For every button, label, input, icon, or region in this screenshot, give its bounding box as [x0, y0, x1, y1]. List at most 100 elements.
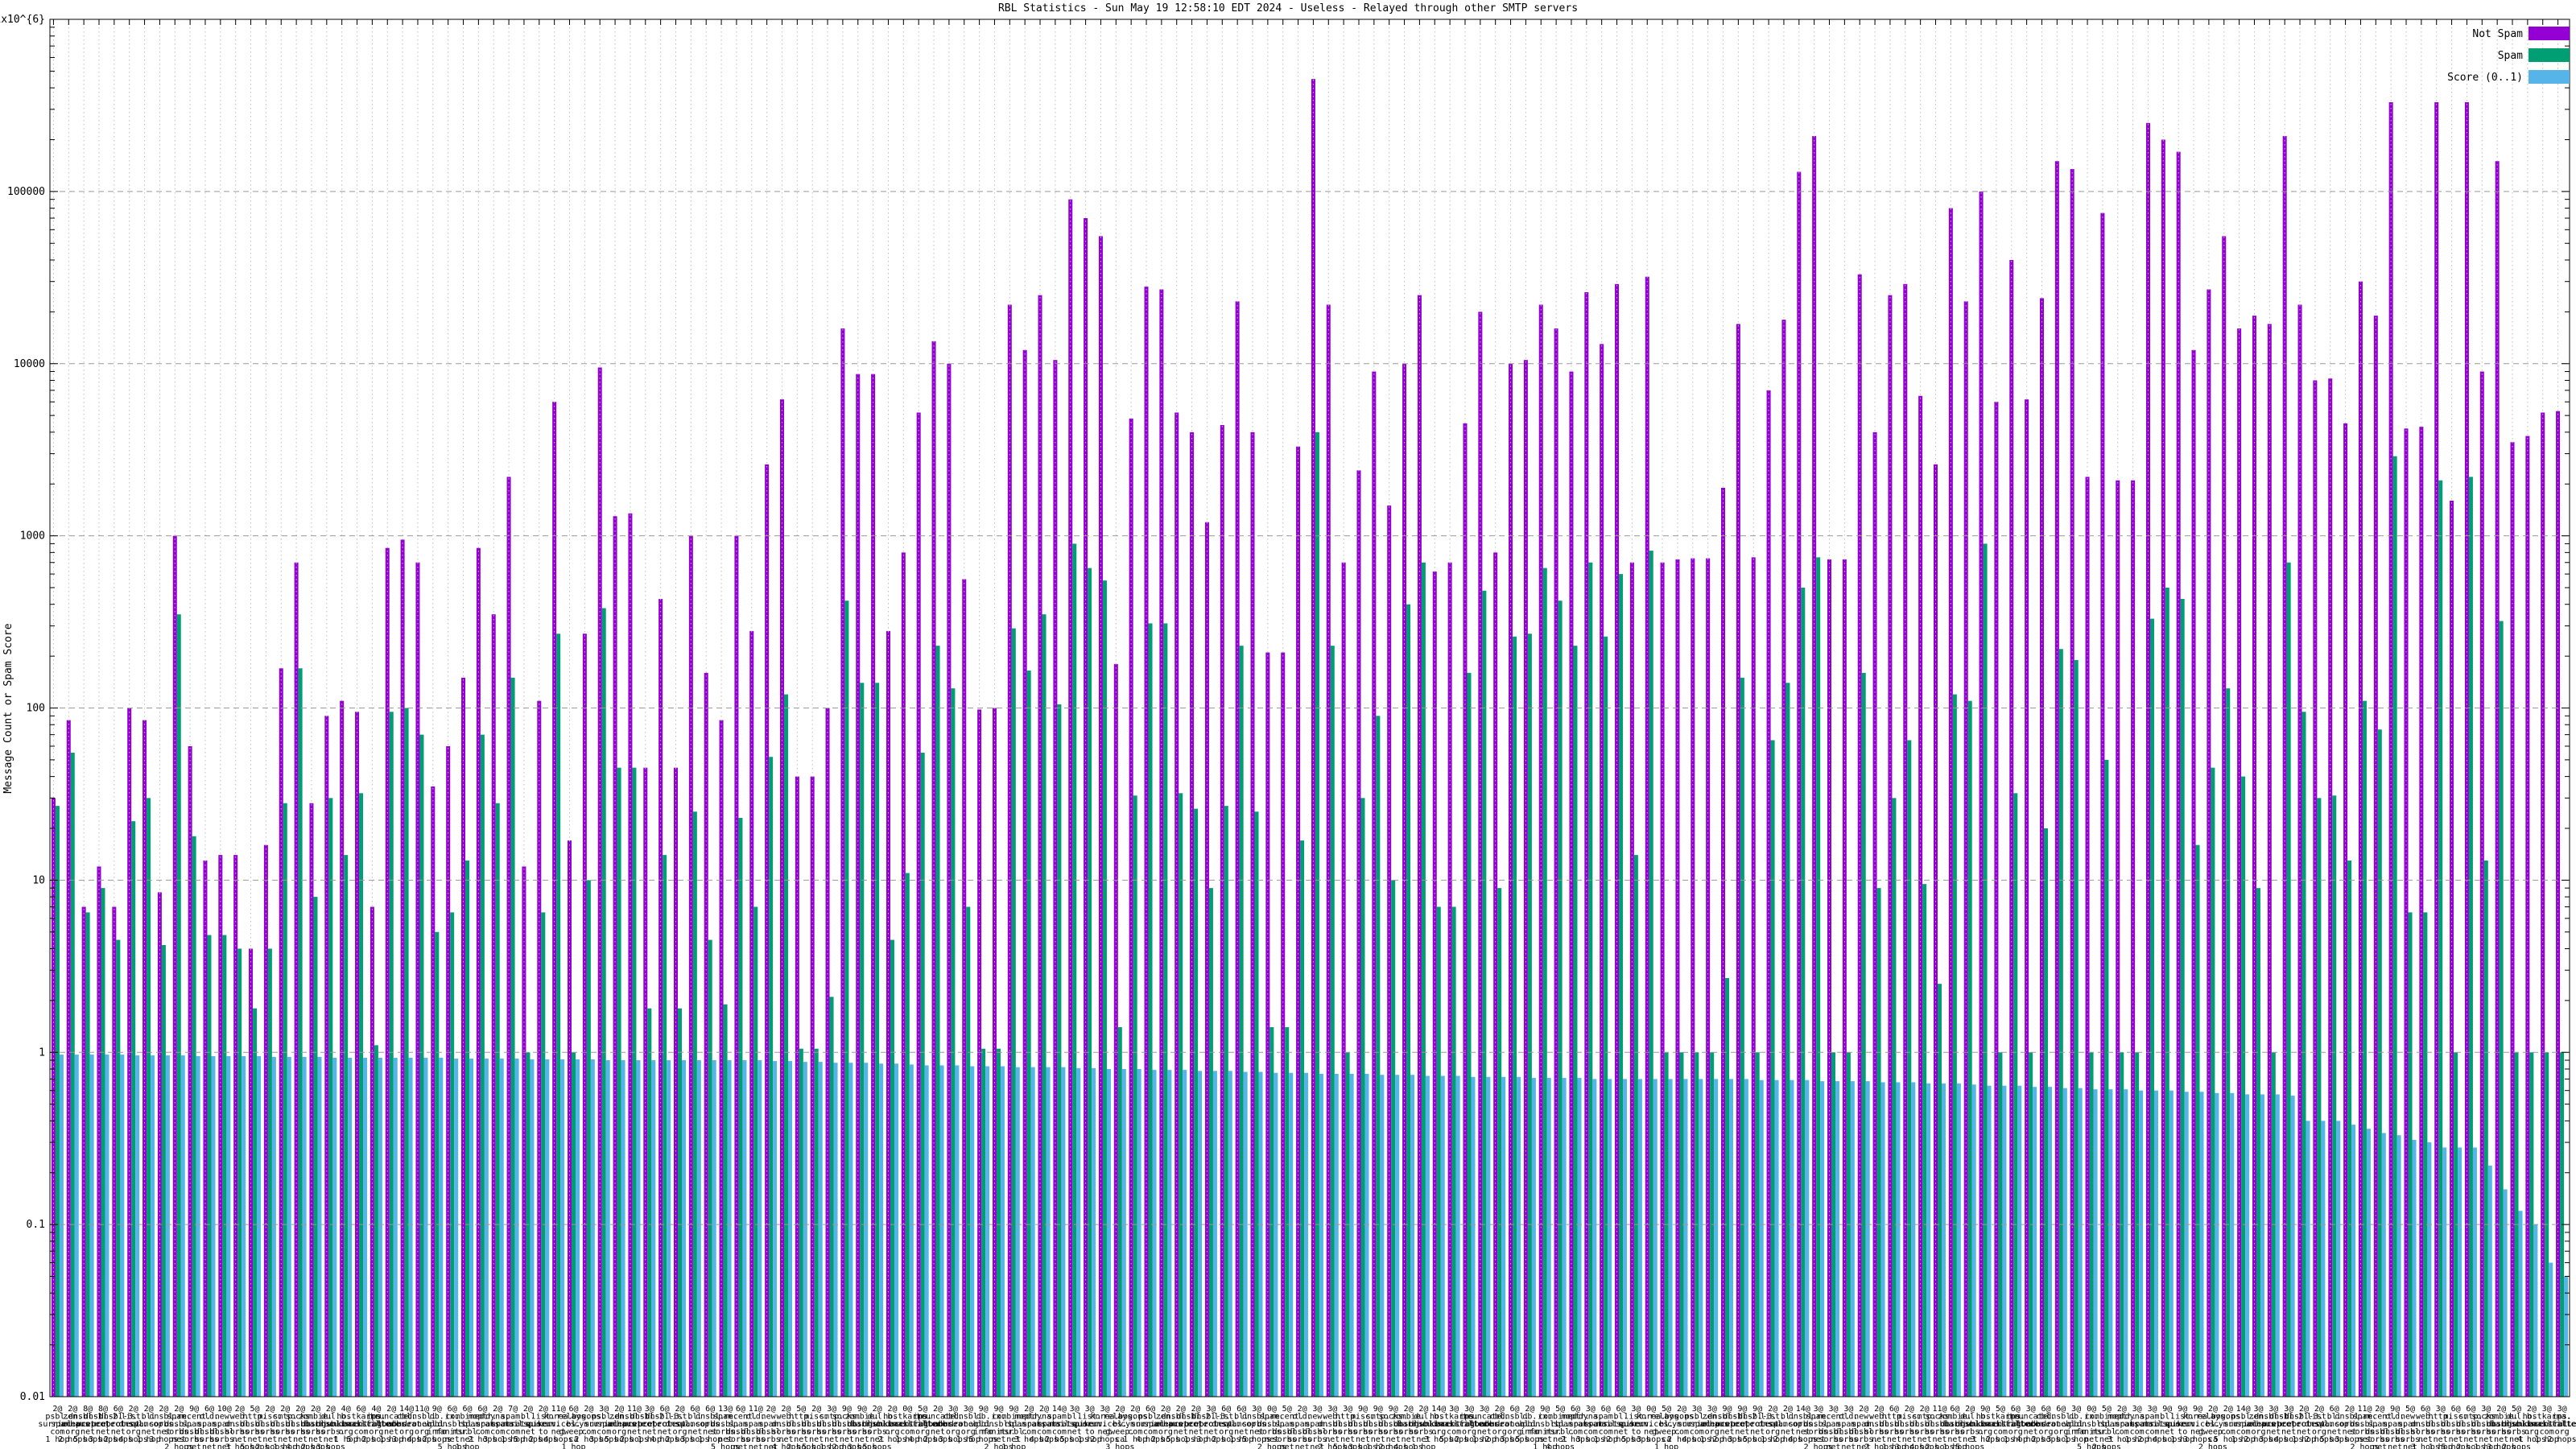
spam-bar — [920, 753, 925, 1397]
spam-bar — [1254, 811, 1259, 1397]
score-bar — [1076, 1067, 1081, 1397]
spam-bar — [2256, 888, 2260, 1397]
notspam-bar — [2252, 316, 2256, 1397]
score-bar — [1228, 1071, 1232, 1397]
score-bar — [2533, 1224, 2538, 1397]
y-tick-label: 10000 — [14, 358, 45, 370]
spam-bar — [2347, 861, 2352, 1397]
score-bar — [226, 1056, 231, 1397]
spam-bar — [1482, 590, 1487, 1397]
spam-bar — [1588, 562, 1593, 1397]
notspam-bar — [2373, 316, 2378, 1397]
score-bar — [758, 1060, 762, 1397]
notspam-bar — [249, 948, 254, 1397]
spam-bar — [192, 836, 196, 1397]
score-bar — [1714, 1079, 1719, 1397]
spam-bar — [222, 935, 227, 1397]
notspam-bar — [431, 786, 436, 1397]
spam-bar — [1072, 543, 1077, 1397]
spam-bar — [2377, 729, 2382, 1397]
spam-bar — [723, 1004, 728, 1397]
spam-bar — [1922, 884, 1927, 1397]
notspam-bar — [2388, 101, 2393, 1397]
notspam-bar — [2176, 151, 2181, 1397]
score-bar — [727, 1060, 732, 1397]
score-bar — [2002, 1085, 2007, 1397]
spam-bar — [2468, 477, 2473, 1397]
spam-bar — [1604, 636, 1608, 1397]
spam-bar — [253, 1008, 258, 1397]
score-bar — [271, 1057, 276, 1397]
spam-bar — [1269, 1027, 1274, 1397]
notspam-bar — [962, 579, 967, 1397]
score-bar — [2275, 1094, 2280, 1397]
y-tick-label: 0.1 — [27, 1219, 45, 1231]
score-bar — [332, 1057, 337, 1397]
score-bar — [2124, 1089, 2128, 1397]
spam-bar — [1300, 840, 1305, 1397]
score-bar — [2215, 1092, 2219, 1397]
spam-bar — [814, 1048, 819, 1397]
spam-bar — [85, 912, 90, 1397]
notspam-bar — [901, 552, 906, 1397]
spam-bar — [753, 906, 758, 1397]
spam-bar — [1117, 1027, 1122, 1397]
notspam-bar — [2510, 442, 2515, 1397]
chart-title: RBL Statistics - Sun May 19 12:58:10 EDT… — [998, 2, 1578, 14]
score-bar — [257, 1056, 262, 1397]
score-bar — [1942, 1083, 1946, 1397]
score-bar — [2153, 1090, 2158, 1397]
notspam-bar — [81, 906, 86, 1397]
notspam-bar — [2297, 304, 2302, 1397]
score-bar — [1850, 1081, 1855, 1397]
spam-bar — [1876, 888, 1881, 1397]
spam-bar — [2058, 649, 2063, 1397]
notspam-bar — [2434, 101, 2439, 1397]
x-tick-label: 2 hops — [2548, 1435, 2576, 1444]
score-bar — [1137, 1068, 1141, 1397]
y-tick-label: 1000 — [20, 530, 45, 543]
score-bar — [2518, 1211, 2523, 1397]
score-bar — [1653, 1079, 1657, 1397]
score-bar — [560, 1059, 565, 1397]
notspam-bar — [506, 477, 511, 1397]
score-bar — [530, 1059, 535, 1397]
notspam-bar — [1129, 418, 1133, 1397]
score-bar — [1790, 1080, 1794, 1397]
score-bar — [363, 1057, 368, 1397]
score-bar — [1030, 1067, 1035, 1397]
spam-bar — [1619, 574, 1624, 1397]
score-bar — [1562, 1078, 1567, 1397]
score-bar — [2487, 1165, 2492, 1397]
score-bar — [742, 1060, 747, 1397]
spam-bar — [1740, 677, 1744, 1397]
score-bar — [1774, 1080, 1779, 1397]
score-bar — [1608, 1079, 1612, 1397]
score-bar — [165, 1055, 170, 1397]
notspam-bar — [2070, 169, 2074, 1397]
score-bar — [1865, 1081, 1870, 1397]
spam-bar — [116, 939, 121, 1397]
spam-bar — [905, 873, 910, 1397]
score-bar — [1577, 1078, 1582, 1397]
score-bar — [2078, 1088, 2083, 1397]
spam-bar — [2013, 793, 2018, 1397]
spam-bar — [313, 897, 318, 1397]
score-bar — [605, 1060, 610, 1397]
score-bar — [302, 1057, 307, 1397]
spam-bar — [176, 614, 181, 1397]
spam-bar — [1102, 580, 1107, 1397]
score-bar — [2108, 1089, 2113, 1397]
legend-swatch-score — [2529, 70, 2570, 84]
spam-bar — [267, 948, 272, 1397]
notspam-bar — [112, 906, 117, 1397]
spam-bar — [647, 1008, 652, 1397]
score-bar — [1167, 1070, 1172, 1397]
score-bar — [576, 1059, 580, 1397]
notspam-bar — [324, 716, 329, 1397]
score-bar — [1319, 1073, 1323, 1397]
spam-bar — [632, 767, 637, 1397]
spam-bar — [860, 683, 865, 1397]
score-bar — [1395, 1075, 1400, 1397]
notspam-bar — [992, 708, 997, 1397]
